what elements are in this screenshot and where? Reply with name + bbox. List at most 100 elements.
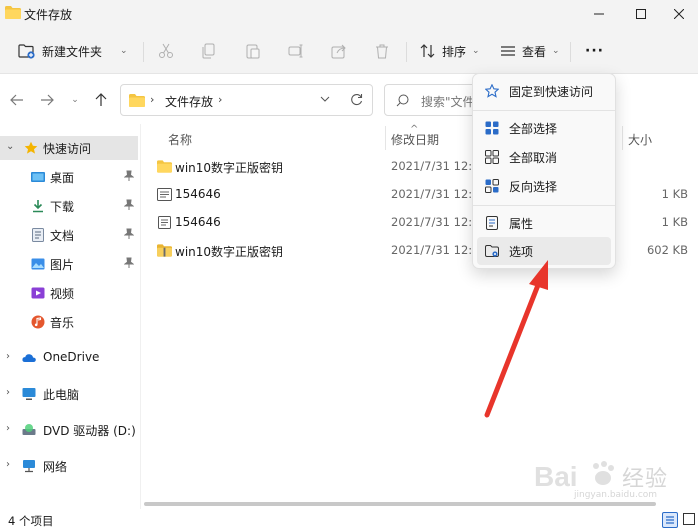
expand-chevron-icon[interactable]: ⌄ xyxy=(6,141,14,152)
recent-dropdown-button[interactable]: ⌄ xyxy=(66,92,84,108)
rename-button[interactable] xyxy=(288,38,304,64)
close-icon xyxy=(674,9,684,19)
sidebar-item-videos[interactable]: 视频 xyxy=(0,281,138,305)
minimize-icon xyxy=(594,13,604,15)
navigation-pane: ⌄ 快速访问 桌面 下载 文档 图片 视频 音乐 › OneDrive › 此电… xyxy=(0,124,140,509)
view-button[interactable]: 查看 ⌄ xyxy=(500,38,560,64)
back-button[interactable] xyxy=(8,92,26,108)
text-file-icon xyxy=(158,216,171,229)
file-size: 1 KB xyxy=(661,187,688,201)
window-title: 文件存放 xyxy=(24,8,73,22)
menu-item-select-all[interactable]: 全部选择 xyxy=(477,114,611,142)
paste-icon xyxy=(246,44,260,59)
pin-icon[interactable] xyxy=(124,199,134,211)
pin-icon[interactable] xyxy=(124,228,134,240)
menu-item-label: 属性 xyxy=(509,217,534,231)
view-list-icon xyxy=(501,46,515,56)
refresh-icon[interactable] xyxy=(350,93,363,106)
toolbar-divider xyxy=(143,42,144,62)
invert-selection-icon xyxy=(485,179,499,193)
minimize-button[interactable] xyxy=(576,0,622,28)
network-icon xyxy=(23,460,35,473)
column-size-header[interactable]: 大小 xyxy=(628,131,652,148)
cut-button[interactable] xyxy=(158,38,174,64)
menu-item-label: 全部选择 xyxy=(509,122,558,136)
menu-item-invert-selection[interactable]: 反向选择 xyxy=(477,172,611,200)
chevron-down-icon[interactable] xyxy=(320,94,330,104)
pin-icon[interactable] xyxy=(124,257,134,269)
folder-icon xyxy=(157,160,172,173)
details-view-icon xyxy=(666,516,674,524)
menu-item-label: 全部取消 xyxy=(509,151,558,165)
command-bar: 新建文件夹 ⌄ 排序 ⌄ 查看 ⌄ ··· xyxy=(0,28,698,74)
menu-separator xyxy=(473,110,615,111)
column-divider[interactable] xyxy=(622,126,623,150)
new-folder-icon xyxy=(18,44,35,59)
sidebar-item-desktop[interactable]: 桌面 xyxy=(0,165,138,189)
menu-item-label: 固定到快速访问 xyxy=(509,85,594,99)
watermark-text: 经验 xyxy=(622,467,669,492)
expand-chevron-icon[interactable]: › xyxy=(6,351,10,362)
breadcrumb-current[interactable]: 文件存放 xyxy=(165,93,213,110)
dvd-icon xyxy=(22,424,36,435)
arrow-up-icon xyxy=(95,93,107,106)
chevron-down-icon: ⌄ xyxy=(120,46,128,56)
expand-chevron-icon[interactable]: › xyxy=(6,423,10,434)
sort-button[interactable]: 排序 ⌄ xyxy=(420,38,480,64)
sidebar-item-pictures[interactable]: 图片 xyxy=(0,252,138,276)
sidebar-item-quick-access[interactable]: ⌄ 快速访问 xyxy=(0,136,138,160)
svg-text:Bai: Bai xyxy=(534,461,578,492)
file-name: win10数字正版密钥 xyxy=(175,245,284,259)
share-button[interactable] xyxy=(331,38,347,64)
menu-item-select-none[interactable]: 全部取消 xyxy=(477,143,611,171)
forward-button[interactable] xyxy=(38,92,56,108)
menu-item-properties[interactable]: 属性 xyxy=(477,209,611,237)
sort-label: 排序 xyxy=(442,44,467,59)
up-button[interactable] xyxy=(92,92,110,108)
delete-button[interactable] xyxy=(374,38,390,64)
more-options-button[interactable]: ··· xyxy=(585,38,604,64)
sidebar-item-dvd-drive[interactable]: › DVD 驱动器 (D:) CI xyxy=(0,418,138,442)
column-divider[interactable] xyxy=(385,126,386,150)
pin-icon[interactable] xyxy=(124,170,134,182)
file-name: 154646 xyxy=(175,187,221,201)
select-none-icon xyxy=(485,150,499,164)
rename-icon xyxy=(288,44,303,58)
menu-item-pin-quick-access[interactable]: 固定到快速访问 xyxy=(477,77,611,105)
status-bar: 4 个项目 xyxy=(0,509,698,529)
desktop-icon xyxy=(31,172,45,182)
more-options-menu: 固定到快速访问 全部选择 全部取消 反向选择 属性 选项 xyxy=(472,73,616,269)
view-label: 查看 xyxy=(522,44,547,59)
paste-button[interactable] xyxy=(245,38,261,64)
sidebar-item-network[interactable]: › 网络 xyxy=(0,454,138,478)
sidebar-item-downloads[interactable]: 下载 xyxy=(0,194,138,218)
breadcrumb-chevron-icon[interactable]: › xyxy=(150,93,154,106)
new-folder-label: 新建文件夹 xyxy=(42,44,103,59)
copy-button[interactable] xyxy=(201,38,217,64)
search-box[interactable]: 搜索"文件存放" xyxy=(384,84,484,116)
new-folder-button[interactable]: 新建文件夹 ⌄ xyxy=(18,38,128,64)
computer-icon xyxy=(22,388,36,400)
column-name-header[interactable]: 名称 xyxy=(168,131,192,148)
toolbar-divider xyxy=(570,42,571,62)
expand-chevron-icon[interactable]: › xyxy=(6,459,10,470)
search-icon xyxy=(396,94,409,107)
sidebar-item-music[interactable]: 音乐 xyxy=(0,310,138,334)
breadcrumb-chevron-icon[interactable]: › xyxy=(218,93,222,106)
sidebar-item-onedrive[interactable]: › OneDrive xyxy=(0,346,138,370)
column-date-header[interactable]: 修改日期 xyxy=(391,131,439,148)
close-button[interactable] xyxy=(656,0,698,28)
address-bar[interactable]: › 文件存放 › xyxy=(120,84,373,116)
arrow-left-icon xyxy=(10,94,23,106)
sidebar-item-this-pc[interactable]: › 此电脑 xyxy=(0,382,138,406)
details-view-button[interactable] xyxy=(662,512,678,528)
picture-icon xyxy=(31,258,45,270)
large-icons-view-button[interactable] xyxy=(683,513,695,525)
trash-icon xyxy=(376,44,388,59)
document-icon xyxy=(32,228,44,242)
expand-chevron-icon[interactable]: › xyxy=(6,387,10,398)
chevron-down-icon: ⌄ xyxy=(71,95,79,105)
properties-icon xyxy=(486,216,498,230)
sidebar-item-documents[interactable]: 文档 xyxy=(0,223,138,247)
file-size: 1 KB xyxy=(661,215,688,229)
